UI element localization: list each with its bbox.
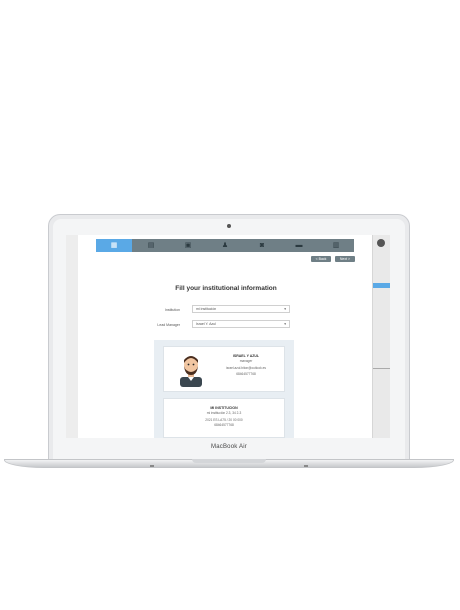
manager-card: ISRAEL Y AZUL manager israel.azul.biton@…: [163, 346, 285, 392]
camera-icon: [227, 224, 231, 228]
step-presentation[interactable]: ▣: [170, 239, 206, 252]
right-sidebar: [372, 235, 390, 438]
sidebar-highlight: [373, 283, 390, 288]
institution-select[interactable]: mi institución ▾: [192, 305, 290, 313]
back-button[interactable]: < Back: [311, 256, 331, 262]
avatar: [180, 356, 202, 387]
step-team[interactable]: ♟: [207, 239, 243, 252]
institution-label: Institution: [165, 308, 180, 312]
presentation-icon: ▣: [184, 242, 192, 249]
laptop-notch: [192, 459, 266, 463]
manager-phone: 68464577768: [236, 372, 256, 376]
sidebar-divider: [373, 368, 390, 369]
camera-step-icon: ◙: [259, 242, 265, 249]
document-icon: ▥: [332, 242, 340, 249]
step-camera[interactable]: ◙: [244, 239, 280, 252]
laptop-foot: [150, 465, 154, 467]
institution-name: MI INSTITUCION: [210, 406, 238, 410]
step-institution[interactable]: ▦: [96, 239, 132, 252]
institution-phone: 68464577768: [214, 423, 234, 427]
team-icon: ♟: [221, 242, 229, 249]
institution-address: mi institución 2.3, 34 2-3: [206, 411, 242, 415]
laptop-screen: ▦ ▤ ▣ ♟ ◙ ▬ ▥ < Back Next > Fill your in…: [66, 235, 390, 438]
step-document[interactable]: ▥: [318, 239, 354, 252]
institution-icon: ▦: [110, 242, 118, 249]
bed-icon: ▬: [295, 242, 303, 249]
manager-name: ISRAEL Y AZUL: [232, 354, 260, 358]
next-button[interactable]: Next >: [335, 256, 355, 262]
institution-card: MI INSTITUCION mi institución 2.3, 34 2-…: [163, 398, 285, 438]
laptop-foot: [304, 465, 308, 467]
page-title: Fill your institutional information: [175, 285, 277, 292]
manager-role: manager: [239, 359, 253, 363]
lead-manager-select[interactable]: Israel Y. Azul ▾: [192, 320, 290, 328]
step-bed[interactable]: ▬: [281, 239, 317, 252]
laptop-brand-label: MacBook Air: [211, 444, 247, 450]
left-sidebar: [66, 235, 78, 438]
institution-value: mi institución: [196, 307, 217, 311]
clipboard-icon: ▤: [147, 242, 155, 249]
chevron-down-icon: ▾: [284, 307, 286, 311]
lead-manager-value: Israel Y. Azul: [196, 322, 216, 326]
step-clipboard[interactable]: ▤: [133, 239, 169, 252]
institution-line2: 2021 ES LA75 / 20 00 000: [205, 418, 243, 422]
lead-manager-label: Lead Manager: [157, 323, 180, 327]
chevron-down-icon: ▾: [284, 322, 286, 326]
avatar-icon[interactable]: [377, 239, 385, 247]
manager-email[interactable]: israel.azul.biton@outlook.es: [214, 366, 278, 370]
